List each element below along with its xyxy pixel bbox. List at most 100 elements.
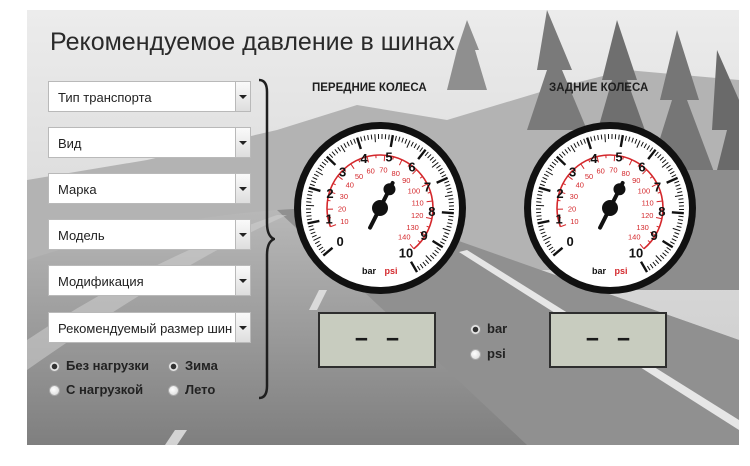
bar-scale-label: 7 (424, 179, 431, 194)
bar-tick (388, 134, 390, 140)
bar-scale-label: 5 (385, 149, 392, 164)
bar-scale-label: 10 (629, 246, 643, 261)
needle-hub (602, 200, 618, 216)
brand-select[interactable]: Марка (48, 173, 251, 204)
bar-scale-label: 0 (567, 234, 574, 249)
bar-tick (618, 134, 620, 140)
radio-no-load-label: Без нагрузки (66, 358, 149, 373)
unit-bar-label: bar (487, 321, 508, 336)
radio-dot-checked-icon[interactable] (168, 361, 179, 372)
bar-scale-label: 0 (337, 234, 344, 249)
bar-tick (306, 197, 312, 200)
bar-scale-label: 1 (326, 211, 333, 226)
modification-select[interactable]: Модификация (48, 265, 251, 296)
needle-head (383, 183, 396, 196)
chevron-down-icon[interactable] (235, 266, 250, 295)
psi-scale-label: 90 (402, 176, 410, 185)
bar-tick (678, 198, 684, 200)
radio-dot-icon[interactable] (168, 385, 179, 396)
psi-scale-label: 100 (638, 186, 651, 195)
front-pressure-display: – – (318, 312, 436, 368)
psi-scale-label: 140 (398, 233, 411, 242)
psi-scale-label: 80 (392, 169, 400, 178)
bar-scale-label: 3 (569, 164, 576, 179)
psi-scale-label: 120 (641, 211, 654, 220)
bar-tick (604, 134, 606, 143)
radio-summer-label: Лето (185, 382, 216, 397)
bar-scale-label: 9 (650, 228, 657, 243)
unit-psi-label: psi (487, 346, 506, 361)
psi-scale-label: 20 (338, 204, 346, 213)
bar-tick (536, 197, 542, 200)
psi-scale-label: 40 (576, 181, 584, 190)
psi-scale-label: 70 (379, 166, 387, 175)
bar-scale-label: 5 (615, 149, 622, 164)
psi-unit-label: psi (384, 266, 397, 276)
radio-dot-checked-icon[interactable] (49, 361, 60, 372)
psi-scale-label: 130 (636, 223, 649, 232)
psi-scale-label: 60 (367, 167, 375, 176)
vehicle-type-select[interactable]: Тип транспорта (48, 81, 251, 112)
psi-scale-label: 60 (597, 167, 605, 176)
chevron-down-icon[interactable] (235, 313, 250, 342)
psi-scale-label: 40 (346, 181, 354, 190)
psi-scale-label: 130 (406, 223, 419, 232)
chevron-down-icon[interactable] (235, 220, 250, 249)
psi-scale-label: 20 (568, 204, 576, 213)
chevron-down-icon[interactable] (235, 82, 250, 111)
psi-scale-label: 140 (628, 233, 641, 242)
bar-tick (374, 134, 376, 143)
curly-brace (258, 78, 275, 400)
bar-scale-label: 7 (654, 179, 661, 194)
radio-dot-icon[interactable] (49, 385, 60, 396)
bar-tick (448, 215, 454, 218)
psi-scale-label: 90 (632, 176, 640, 185)
bar-unit-label: bar (362, 266, 377, 276)
psi-scale-label: 110 (642, 198, 654, 207)
bar-scale-label: 6 (408, 160, 415, 175)
psi-scale-label: 50 (355, 172, 363, 181)
tire-size-select[interactable]: Рекомендуемый размер шин (48, 312, 251, 343)
psi-scale-label: 100 (408, 186, 421, 195)
bar-tick (370, 134, 373, 140)
bar-scale-label: 4 (360, 151, 368, 166)
psi-scale-label: 30 (570, 192, 578, 201)
bar-unit-label: bar (592, 266, 607, 276)
psi-scale-label: 10 (570, 217, 578, 226)
model-select[interactable]: Модель (48, 219, 251, 250)
model-select-value: Модель (58, 228, 105, 243)
bar-tick (671, 211, 684, 215)
bar-tick (448, 198, 454, 200)
bar-scale-label: 8 (428, 204, 435, 219)
modification-select-value: Модификация (58, 274, 144, 289)
chevron-down-icon[interactable] (235, 174, 250, 203)
front-pressure-gauge: 01 234 5 67 89 10 10 20 30 4050 60 70 8090100 110 120 1… (294, 122, 466, 294)
brand-select-value: Марка (58, 182, 97, 197)
rear-pressure-display: – – (549, 312, 667, 368)
psi-scale-label: 30 (340, 192, 348, 201)
kind-select[interactable]: Вид (48, 127, 251, 158)
bar-tick (678, 215, 684, 218)
bar-tick (600, 134, 603, 140)
bar-tick (441, 211, 454, 215)
radio-with-load-label: С нагрузкой (66, 382, 144, 397)
bar-scale-label: 6 (638, 160, 645, 175)
bar-scale-label: 10 (399, 246, 413, 261)
rear-pressure-gauge: 01 234 5 67 89 10 10 20 30 4050 60 70 8090100 110 120 1… (524, 122, 696, 294)
vehicle-type-select-value: Тип транспорта (58, 90, 152, 105)
bar-scale-label: 9 (420, 228, 427, 243)
front-wheels-title: ПЕРЕДНИЕ КОЛЕСА (312, 82, 427, 94)
bar-tick (536, 215, 542, 217)
tire-pressure-widget: Рекомендуемое давление в шинах Тип транс… (27, 10, 739, 445)
psi-scale-label: 50 (585, 172, 593, 181)
psi-unit-label: psi (614, 266, 627, 276)
chevron-down-icon[interactable] (235, 128, 250, 157)
bar-scale-label: 8 (658, 204, 665, 219)
needle-head (613, 183, 626, 196)
tire-size-select-value: Рекомендуемый размер шин (58, 321, 233, 336)
bar-scale-label: 4 (590, 151, 598, 166)
psi-scale-label: 10 (340, 217, 348, 226)
page-title: Рекомендуемое давление в шинах (50, 28, 455, 56)
radio-dot-icon[interactable] (470, 349, 481, 360)
radio-dot-checked-icon[interactable] (470, 324, 481, 335)
